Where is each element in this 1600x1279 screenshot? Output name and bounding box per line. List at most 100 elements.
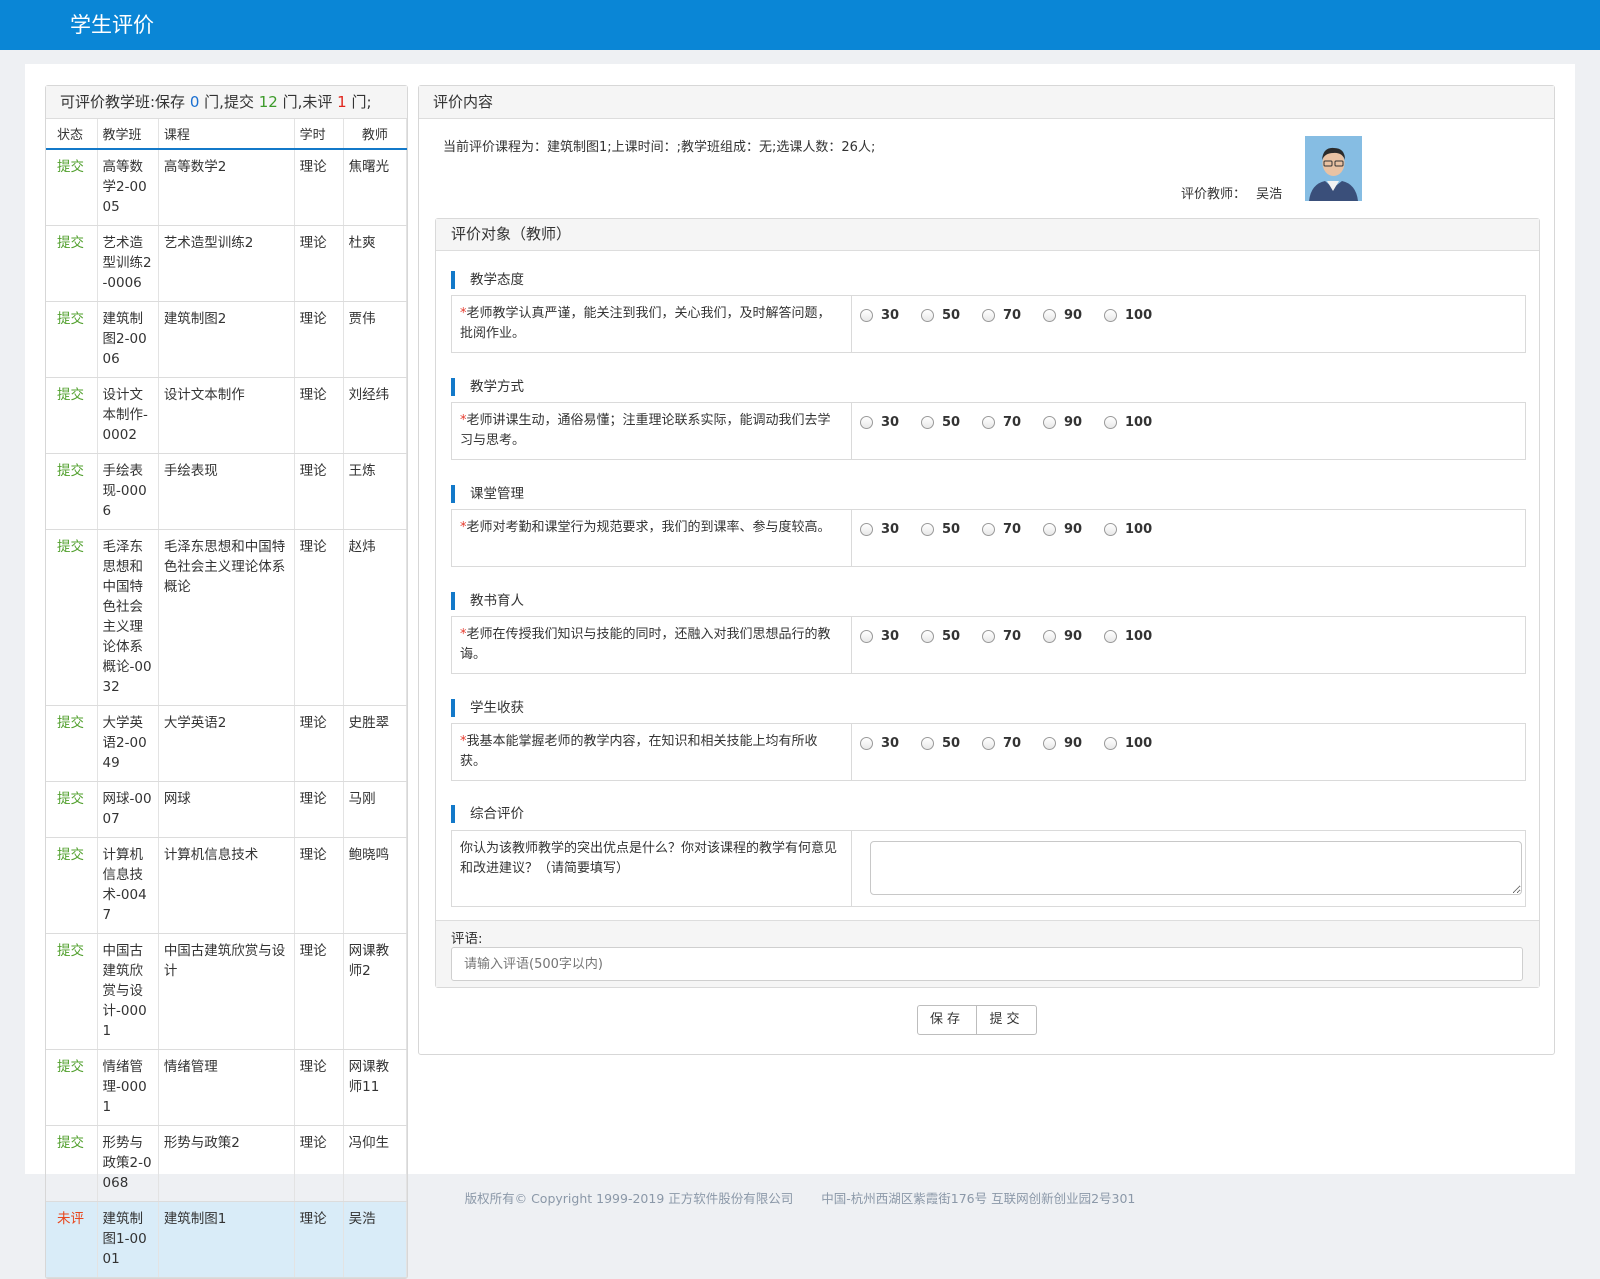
radio-button[interactable] [1043, 523, 1056, 536]
table-row[interactable]: 提交 手绘表现-0006 手绘表现 理论 王炼 [46, 453, 408, 530]
question-row: *我基本能掌握老师的教学内容，在知识和相关技能上均有所收获。 30 50 70 90 10… [451, 723, 1526, 781]
main-container: 可评价教学班:保存 0 门,提交 12 门,未评 1 门; 状态 教学班 课程 … [25, 64, 1575, 1279]
radio-button[interactable] [1104, 416, 1117, 429]
score-option[interactable]: 70 [982, 308, 1033, 323]
score-option[interactable]: 70 [982, 629, 1033, 644]
comment-label: 评语: [451, 931, 483, 947]
evaluation-panel-title: 评价内容 [419, 86, 1554, 119]
table-row[interactable]: 提交 建筑制图2-0006 建筑制图2 理论 贾伟 [46, 301, 408, 378]
score-value: 70 [1003, 629, 1022, 644]
score-option[interactable]: 90 [1043, 736, 1094, 751]
cell-status: 提交 [46, 529, 98, 706]
radio-button[interactable] [921, 737, 934, 750]
table-row[interactable]: 提交 设计文本制作-0002 设计文本制作 理论 刘经纬 [46, 377, 408, 454]
score-option[interactable]: 90 [1043, 308, 1094, 323]
cell-hours: 理论 [294, 1201, 344, 1278]
cell-teacher: 史胜翠 [343, 705, 408, 782]
score-option[interactable]: 100 [1104, 522, 1155, 537]
radio-button[interactable] [860, 523, 873, 536]
comment-input[interactable] [451, 947, 1523, 981]
cell-status: 提交 [46, 149, 98, 226]
question-row: *老师讲课生动，通俗易懂；注重理论联系实际，能调动我们去学习与思考。 30 50 70… [451, 402, 1526, 460]
radio-button[interactable] [860, 630, 873, 643]
radio-button[interactable] [982, 416, 995, 429]
radio-button[interactable] [860, 309, 873, 322]
question-label: 老师讲课生动，通俗易懂；注重理论联系实际，能调动我们去学习与思考。 [460, 413, 831, 448]
score-option[interactable]: 50 [921, 415, 972, 430]
table-row[interactable]: 提交 毛泽东思想和中国特色社会主义理论体系概论-0032 毛泽东思想和中国特色社会主… [46, 529, 408, 706]
table-row[interactable]: 提交 艺术造型训练2-0006 艺术造型训练2 理论 杜爽 [46, 225, 408, 302]
score-value: 70 [1003, 415, 1022, 430]
table-row[interactable]: 提交 大学英语2-0049 大学英语2 理论 史胜翠 [46, 705, 408, 782]
evaluation-panel: 评价内容 当前评价课程为：建筑制图1;上课时间：;教学班组成：无;选课人数：26… [418, 85, 1555, 1055]
radio-button[interactable] [1043, 737, 1056, 750]
question-row: *老师在传授我们知识与技能的同时，还融入对我们思想品行的教诲。 30 50 70 90 1… [451, 616, 1526, 674]
question-text: *老师讲课生动，通俗易懂；注重理论联系实际，能调动我们去学习与思考。 [452, 403, 852, 459]
radio-button[interactable] [921, 630, 934, 643]
radio-button[interactable] [921, 523, 934, 536]
score-option[interactable]: 50 [921, 736, 972, 751]
cell-cls: 大学英语2-0049 [97, 705, 159, 782]
score-value: 50 [942, 415, 961, 430]
radio-button[interactable] [982, 737, 995, 750]
score-option[interactable]: 100 [1104, 736, 1155, 751]
score-option[interactable]: 30 [860, 736, 911, 751]
radio-button[interactable] [921, 309, 934, 322]
question-label: 老师对考勤和课堂行为规范要求，我们的到课率、参与度较高。 [466, 520, 831, 535]
cell-teacher: 马刚 [343, 781, 408, 838]
score-option[interactable]: 90 [1043, 415, 1094, 430]
score-option[interactable]: 30 [860, 308, 911, 323]
cell-teacher: 刘经纬 [343, 377, 408, 454]
table-row[interactable]: 提交 中国古建筑欣赏与设计-0001 中国古建筑欣赏与设计 理论 网课教师2 [46, 933, 408, 1050]
score-option[interactable]: 30 [860, 522, 911, 537]
score-option[interactable]: 90 [1043, 522, 1094, 537]
cell-course: 艺术造型训练2 [158, 225, 295, 302]
score-option[interactable]: 70 [982, 522, 1033, 537]
radio-button[interactable] [982, 630, 995, 643]
table-row[interactable]: 提交 情绪管理-0001 情绪管理 理论 网课教师11 [46, 1049, 408, 1126]
radio-button[interactable] [1104, 309, 1117, 322]
score-option[interactable]: 100 [1104, 629, 1155, 644]
radio-button[interactable] [982, 309, 995, 322]
score-value: 30 [881, 522, 900, 537]
score-value: 100 [1125, 629, 1153, 644]
cell-status: 提交 [46, 705, 98, 782]
question-label: 我基本能掌握老师的教学内容，在知识和相关技能上均有所收获。 [460, 734, 818, 769]
radio-button[interactable] [1043, 630, 1056, 643]
radio-button[interactable] [860, 416, 873, 429]
score-value: 50 [942, 736, 961, 751]
score-option[interactable]: 100 [1104, 415, 1155, 430]
radio-button[interactable] [1104, 737, 1117, 750]
score-option[interactable]: 70 [982, 736, 1033, 751]
submit-button[interactable]: 提交 [977, 1005, 1037, 1035]
score-option[interactable]: 50 [921, 629, 972, 644]
score-option[interactable]: 50 [921, 308, 972, 323]
radio-button[interactable] [1043, 309, 1056, 322]
summary-mid2: 门,未评 [282, 93, 333, 111]
table-row[interactable]: 提交 高等数学2-0005 高等数学2 理论 焦曙光 [46, 149, 408, 226]
radio-button[interactable] [860, 737, 873, 750]
save-button[interactable]: 保存 [917, 1005, 977, 1035]
table-row[interactable]: 提交 计算机信息技术-0047 计算机信息技术 理论 鲍晓鸣 [46, 837, 408, 934]
score-option[interactable]: 100 [1104, 308, 1155, 323]
score-option[interactable]: 90 [1043, 629, 1094, 644]
summary-textarea[interactable] [870, 841, 1522, 895]
cell-cls: 高等数学2-0005 [97, 149, 159, 226]
score-option[interactable]: 50 [921, 522, 972, 537]
score-option[interactable]: 30 [860, 629, 911, 644]
radio-button[interactable] [982, 523, 995, 536]
radio-button[interactable] [1104, 630, 1117, 643]
evaluation-object-box: 评价对象（教师） 教学态度 *老师教学认真严谨，能关注到我们，关心我们，及时解答问… [435, 218, 1540, 988]
unrated-count: 1 [337, 93, 347, 111]
table-row[interactable]: 提交 网球-0007 网球 理论 马刚 [46, 781, 408, 838]
radio-button[interactable] [1043, 416, 1056, 429]
score-option[interactable]: 30 [860, 415, 911, 430]
score-option[interactable]: 70 [982, 415, 1033, 430]
table-row[interactable]: 未评 建筑制图1-0001 建筑制图1 理论 吴浩 [46, 1201, 408, 1278]
cell-teacher: 网课教师2 [343, 933, 408, 1050]
cell-status: 提交 [46, 837, 98, 934]
radio-button[interactable] [921, 416, 934, 429]
cell-course: 网球 [158, 781, 295, 838]
teacher-label: 评价教师： [1181, 187, 1247, 202]
radio-button[interactable] [1104, 523, 1117, 536]
